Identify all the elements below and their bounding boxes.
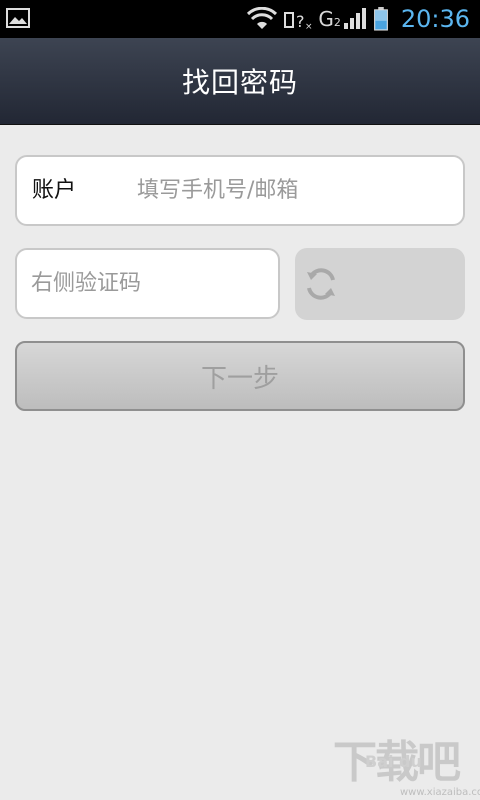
wifi-icon	[247, 7, 278, 29]
account-label: 账户	[32, 178, 77, 203]
title-bar: 找回密码	[0, 38, 480, 125]
status-bar: ? × G2 20:36	[0, 0, 480, 38]
site-url-watermark: www.xiazaiba.com	[400, 787, 480, 798]
refresh-icon[interactable]	[303, 266, 339, 302]
sim-icon: ? ×	[284, 12, 312, 31]
gallery-icon	[6, 8, 30, 28]
network-sub: 2	[333, 16, 341, 29]
clock: 20:36	[400, 5, 470, 33]
verification-code-input[interactable]	[31, 260, 261, 307]
battery-icon	[373, 7, 388, 31]
svg-text:×: ×	[305, 22, 312, 31]
account-field-container: 账户	[15, 155, 465, 226]
network-type: G2	[318, 7, 341, 31]
network-label: G	[318, 7, 334, 31]
next-step-button[interactable]: 下一步	[15, 341, 465, 411]
baidu-watermark: Bai du	[365, 752, 422, 771]
captcha-image-button[interactable]	[295, 248, 465, 320]
next-step-label: 下一步	[200, 363, 279, 394]
page-title: 找回密码	[181, 66, 298, 99]
signal-icon	[343, 8, 366, 29]
svg-text:?: ?	[296, 12, 305, 31]
verification-code-container	[15, 248, 280, 319]
account-input[interactable]	[137, 167, 447, 214]
